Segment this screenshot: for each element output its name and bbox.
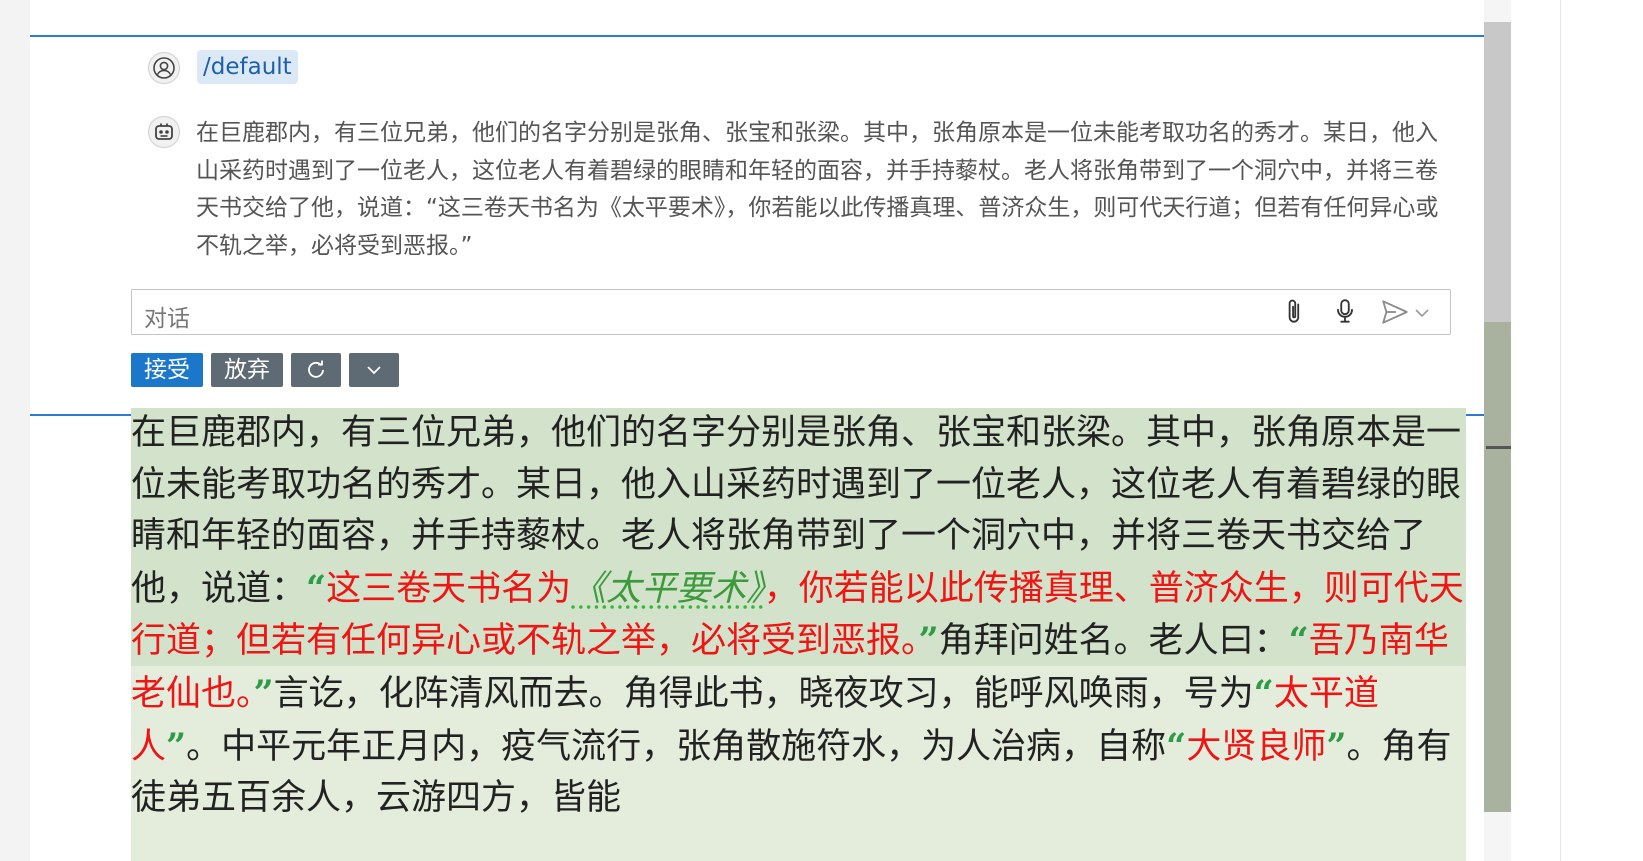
chat-input-placeholder: 对话 [144,306,190,332]
refresh-icon [305,360,327,387]
paperclip-icon[interactable] [1282,298,1308,330]
accept-button[interactable]: 接受 [131,353,203,387]
changed-text: 这三卷天书名为 [326,568,572,609]
quote-mark: “ [1166,725,1187,767]
editor-text: 。中平元年正月内，疫气流行，张角散施符水，为人治病，自称 [186,726,1167,767]
quote-mark: “ [306,567,327,609]
user-avatar-icon [148,52,180,84]
slash-command-chip: /default [197,50,298,84]
book-title: 《太平要术》 [571,568,764,609]
chevron-down-icon [365,357,383,383]
quote-mark: “ [1288,620,1309,662]
changed-text: 大贤良师 [1186,726,1327,767]
minimap-cursor-line [1486,446,1511,449]
editor-text: 角拜问姓名。老人曰： [938,621,1289,662]
quote-mark: “ [1253,672,1274,714]
quote-mark: ” [253,672,274,714]
minimap-highlight [1484,322,1511,812]
bot-avatar-icon [148,116,180,148]
editor-left-gutter [0,0,30,861]
discard-button[interactable]: 放弃 [211,353,283,387]
send-icon[interactable] [1380,298,1410,330]
microphone-icon[interactable] [1332,298,1358,330]
chat-response-text: 在巨鹿郡内，有三位兄弟，他们的名字分别是张角、张宝和张梁。其中，张角原本是一位未… [196,120,1439,259]
inline-chat-widget: /default 在巨鹿郡内，有三位兄弟，他们的名字分别是张角、张宝和张梁。其中… [30,35,1484,416]
side-panel-strip [1560,0,1643,861]
document-editor[interactable]: 在巨鹿郡内，有三位兄弟，他们的名字分别是张角、张宝和张梁。其中，张角原本是一位未… [131,408,1466,861]
quote-mark: ” [1326,725,1347,767]
quote-mark: ” [166,725,187,767]
retry-button[interactable] [291,353,341,387]
editor-text: 言讫，化阵清风而去。角得此书，晓夜攻习，能呼风唤雨，号为 [273,673,1254,714]
chevron-down-icon[interactable] [1414,304,1430,323]
chat-input-field[interactable]: 对话 [131,289,1451,335]
more-options-button[interactable] [349,353,399,387]
quote-mark: ” [918,620,939,662]
scrollbar-thumb[interactable] [1484,22,1511,322]
